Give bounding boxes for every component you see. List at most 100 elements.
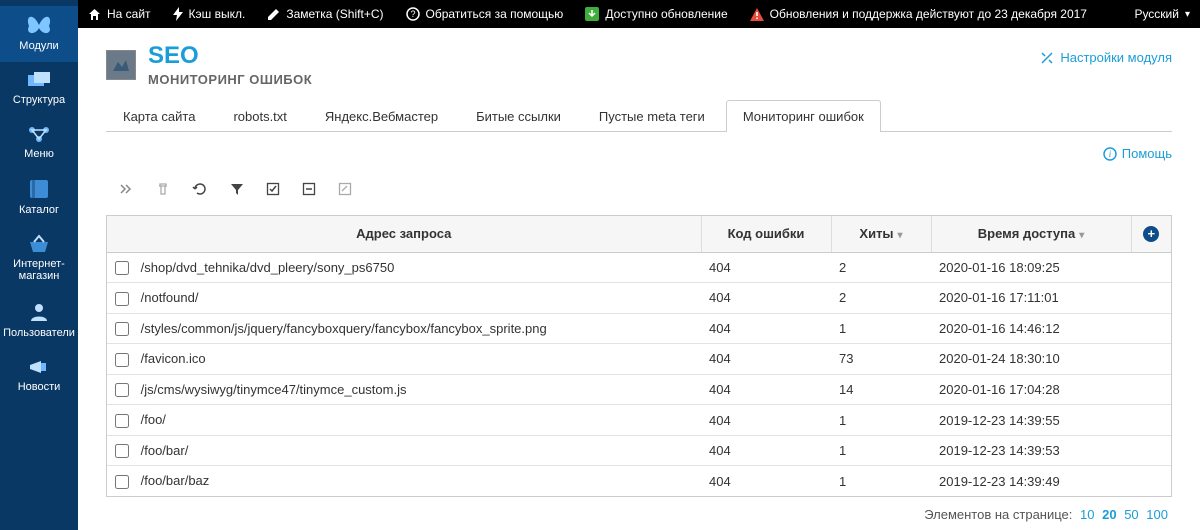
topbar-label: Доступно обновление — [605, 7, 727, 21]
tab-yandex[interactable]: Яндекс.Вебмастер — [308, 100, 455, 132]
cell-url: /notfound/ — [141, 290, 199, 305]
cell-url: /styles/common/js/jquery/fancyboxquery/f… — [141, 321, 547, 336]
sidebar: Модули Структура Меню Каталог Интернет- … — [0, 0, 78, 530]
expand-button[interactable] — [116, 180, 136, 201]
row-checkbox[interactable] — [115, 322, 129, 336]
col-header-hits[interactable]: Хиты▾ — [831, 216, 931, 253]
table-row[interactable]: /favicon.ico404732020-01-24 18:30:10 — [107, 344, 1171, 375]
help-link[interactable]: i Помощь — [1103, 146, 1172, 161]
tab-robots[interactable]: robots.txt — [216, 100, 303, 132]
toolbar — [106, 174, 1172, 215]
topbar-cache-toggle[interactable]: Кэш выкл. — [173, 7, 246, 21]
cell-hits: 14 — [831, 374, 931, 405]
row-checkbox[interactable] — [115, 353, 129, 367]
select-all-button[interactable] — [264, 180, 282, 201]
cell-time: 2019-12-23 14:39:53 — [931, 435, 1131, 466]
book-icon — [27, 178, 51, 200]
help-link-label: Помощь — [1122, 146, 1172, 161]
col-header-add[interactable]: + — [1131, 216, 1171, 253]
table-row[interactable]: /shop/dvd_tehnika/dvd_pleery/sony_ps6750… — [107, 252, 1171, 283]
row-checkbox[interactable] — [115, 475, 129, 489]
topbar-support-expire[interactable]: Обновления и поддержка действуют до 23 д… — [750, 7, 1087, 21]
warning-icon — [750, 8, 764, 21]
sidebar-label: Каталог — [19, 204, 59, 216]
table-row[interactable]: /notfound/40422020-01-16 17:11:01 — [107, 283, 1171, 314]
sort-indicator-icon: ▾ — [898, 230, 903, 241]
page-size-option[interactable]: 20 — [1102, 507, 1116, 522]
sidebar-item-catalog[interactable]: Каталог — [0, 170, 78, 226]
basket-icon — [26, 234, 52, 254]
cell-code: 404 — [701, 435, 831, 466]
info-icon: i — [1103, 147, 1117, 161]
col-header-url[interactable]: Адрес запроса — [107, 216, 701, 253]
table-row[interactable]: /js/cms/wysiwyg/tinymce47/tinymce_custom… — [107, 374, 1171, 405]
tab-empty-meta[interactable]: Пустые meta теги — [582, 100, 722, 132]
sidebar-label: Структура — [13, 94, 65, 106]
module-settings-link[interactable]: Настройки модуля — [1040, 50, 1172, 65]
tab-bar: Карта сайта robots.txt Яндекс.Вебмастер … — [106, 99, 1172, 132]
edit-button[interactable] — [336, 180, 354, 201]
cell-code: 404 — [701, 374, 831, 405]
page-subtitle: МОНИТОРИНГ ОШИБОК — [148, 72, 312, 87]
col-header-time[interactable]: Время доступа▾ — [931, 216, 1131, 253]
cell-time: 2020-01-16 18:09:25 — [931, 252, 1131, 283]
cell-code: 404 — [701, 405, 831, 436]
cell-code: 404 — [701, 252, 831, 283]
tab-error-monitoring[interactable]: Мониторинг ошибок — [726, 100, 881, 132]
sidebar-item-shop[interactable]: Интернет- магазин — [0, 226, 78, 292]
lightning-icon — [173, 7, 183, 21]
filter-button[interactable] — [228, 180, 246, 201]
errors-table: Адрес запроса Код ошибки Хиты▾ Время дос… — [106, 215, 1172, 498]
topbar-update[interactable]: Доступно обновление — [585, 7, 727, 21]
sidebar-item-structure[interactable]: Структура — [0, 62, 78, 116]
page-size-option[interactable]: 100 — [1146, 507, 1168, 522]
sidebar-label: Меню — [24, 148, 54, 160]
refresh-button[interactable] — [190, 180, 210, 201]
row-checkbox[interactable] — [115, 261, 129, 275]
sidebar-item-news[interactable]: Новости — [0, 349, 78, 403]
cell-url: /foo/ — [141, 412, 166, 427]
cell-hits: 1 — [831, 313, 931, 344]
topbar-help[interactable]: ? Обратиться за помощью — [406, 7, 564, 21]
table-row[interactable]: /foo/bar/baz40412019-12-23 14:39:49 — [107, 466, 1171, 496]
language-selector[interactable]: Русский ▾ — [1134, 7, 1190, 21]
cell-code: 404 — [701, 313, 831, 344]
delete-button[interactable] — [154, 180, 172, 201]
cell-hits: 1 — [831, 405, 931, 436]
topbar-site-link[interactable]: На сайт — [88, 7, 151, 21]
tools-icon — [1040, 51, 1054, 65]
tab-broken-links[interactable]: Битые ссылки — [459, 100, 578, 132]
sidebar-item-users[interactable]: Пользователи — [0, 293, 78, 349]
cell-time: 2020-01-16 17:04:28 — [931, 374, 1131, 405]
cell-code: 404 — [701, 466, 831, 496]
page-size-option[interactable]: 10 — [1080, 507, 1094, 522]
nodes-icon — [26, 124, 52, 144]
row-checkbox[interactable] — [115, 444, 129, 458]
cell-time: 2019-12-23 14:39:49 — [931, 466, 1131, 496]
settings-link-label: Настройки модуля — [1060, 50, 1172, 65]
row-checkbox[interactable] — [115, 292, 129, 306]
sidebar-item-menu[interactable]: Меню — [0, 116, 78, 170]
deselect-all-button[interactable] — [300, 180, 318, 201]
table-row[interactable]: /foo/40412019-12-23 14:39:55 — [107, 405, 1171, 436]
cell-hits: 2 — [831, 252, 931, 283]
cell-code: 404 — [701, 283, 831, 314]
table-row[interactable]: /styles/common/js/jquery/fancyboxquery/f… — [107, 313, 1171, 344]
col-header-code[interactable]: Код ошибки — [701, 216, 831, 253]
svg-text:?: ? — [410, 9, 415, 19]
row-checkbox[interactable] — [115, 414, 129, 428]
home-icon — [88, 8, 101, 21]
cell-time: 2019-12-23 14:39:55 — [931, 405, 1131, 436]
sort-indicator-icon: ▾ — [1079, 230, 1084, 241]
page-size-option[interactable]: 50 — [1124, 507, 1138, 522]
topbar: На сайт Кэш выкл. Заметка (Shift+C) ? Об… — [78, 0, 1200, 28]
topbar-note[interactable]: Заметка (Shift+C) — [267, 7, 383, 21]
table-row[interactable]: /foo/bar/40412019-12-23 14:39:53 — [107, 435, 1171, 466]
row-checkbox[interactable] — [115, 383, 129, 397]
sidebar-label: Модули — [19, 40, 58, 52]
sidebar-item-modules[interactable]: Модули — [0, 6, 78, 62]
tab-sitemap[interactable]: Карта сайта — [106, 100, 212, 132]
cell-url: /favicon.ico — [141, 351, 206, 366]
plus-icon: + — [1143, 226, 1159, 242]
chevron-down-icon: ▾ — [1185, 9, 1190, 20]
